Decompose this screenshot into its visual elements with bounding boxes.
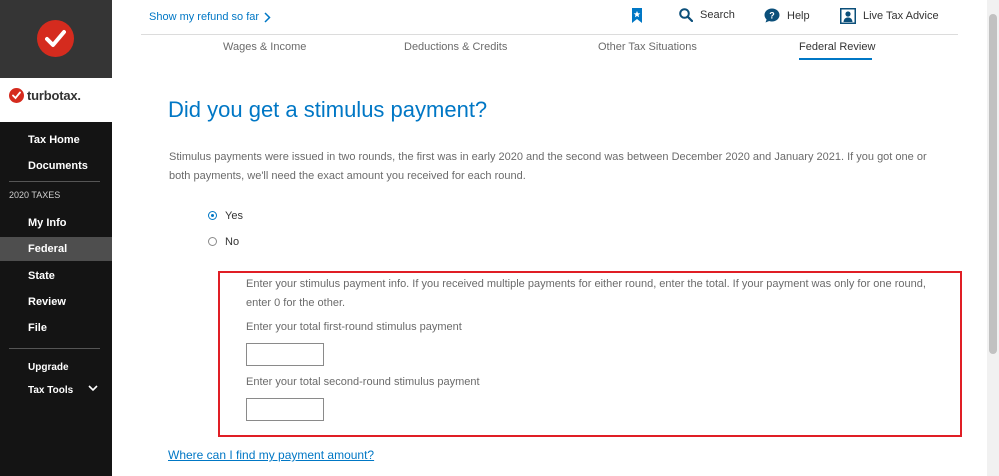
scrollbar-thumb[interactable] [989, 14, 997, 354]
tab-wages-income[interactable]: Wages & Income [223, 41, 306, 53]
search-icon [679, 8, 693, 22]
bookmark-icon [631, 8, 643, 23]
sidebar-item-review[interactable]: Review [0, 290, 112, 314]
no-radio-label[interactable]: No [225, 236, 239, 248]
first-round-input[interactable] [246, 343, 324, 366]
first-round-label: Enter your total first-round stimulus pa… [246, 321, 462, 333]
sidebar: turbotax. Tax Home Documents 2020 TAXES … [0, 0, 112, 476]
chevron-down-icon [88, 385, 98, 392]
live-tax-advice-button[interactable]: Live Tax Advice [840, 8, 939, 24]
no-radio[interactable] [208, 237, 217, 246]
yes-radio-label[interactable]: Yes [225, 210, 243, 222]
svg-text:?: ? [769, 11, 775, 21]
sidebar-item-state[interactable]: State [0, 264, 112, 288]
page-description: Stimulus payments were issued in two rou… [169, 151, 927, 182]
brand-check-icon [9, 87, 24, 103]
tab-other-tax-situations[interactable]: Other Tax Situations [598, 41, 697, 53]
sidebar-item-file[interactable]: File [0, 316, 112, 340]
sidebar-item-my-info[interactable]: My Info [0, 211, 112, 235]
tab-federal-review[interactable]: Federal Review [799, 41, 875, 53]
live-advice-label: Live Tax Advice [863, 10, 939, 22]
brand-logo[interactable]: turbotax. [9, 86, 81, 104]
chevron-right-icon [264, 11, 271, 23]
search-label: Search [700, 9, 735, 21]
sidebar-item-label: Tax Tools [28, 384, 74, 396]
refund-link[interactable]: Show my refund so far [149, 11, 271, 23]
search-button[interactable]: Search [679, 8, 735, 22]
refund-link-label: Show my refund so far [149, 11, 260, 23]
sidebar-section-label: 2020 TAXES [9, 190, 61, 200]
live-advice-icon [840, 8, 856, 24]
brand-name: turbotax. [27, 87, 81, 103]
sidebar-header [0, 0, 112, 78]
tab-deductions-credits[interactable]: Deductions & Credits [404, 41, 507, 53]
payment-amount-help-link[interactable]: Where can I find my payment amount? [168, 448, 374, 462]
second-round-input[interactable] [246, 398, 324, 421]
help-label: Help [787, 9, 810, 22]
help-icon: ? [764, 8, 780, 23]
page-title: Did you get a stimulus payment? [168, 97, 488, 122]
header-divider [141, 34, 958, 35]
sidebar-divider [9, 181, 100, 182]
bookmark-button[interactable] [631, 8, 650, 23]
yes-radio[interactable] [208, 211, 217, 220]
sidebar-item-documents[interactable]: Documents [0, 154, 112, 178]
sidebar-item-tax-tools[interactable]: Tax Tools [0, 378, 112, 402]
stimulus-info-text: Enter your stimulus payment info. If you… [246, 278, 926, 309]
sidebar-item-tax-home[interactable]: Tax Home [0, 128, 112, 152]
second-round-label: Enter your total second-round stimulus p… [246, 376, 480, 388]
sidebar-item-federal[interactable]: Federal [0, 237, 112, 261]
checkmark-logo-icon[interactable] [37, 20, 74, 57]
active-tab-indicator [799, 58, 872, 60]
help-button[interactable]: ? Help [764, 8, 810, 23]
sidebar-item-upgrade[interactable]: Upgrade [0, 355, 112, 379]
sidebar-divider [9, 348, 100, 349]
